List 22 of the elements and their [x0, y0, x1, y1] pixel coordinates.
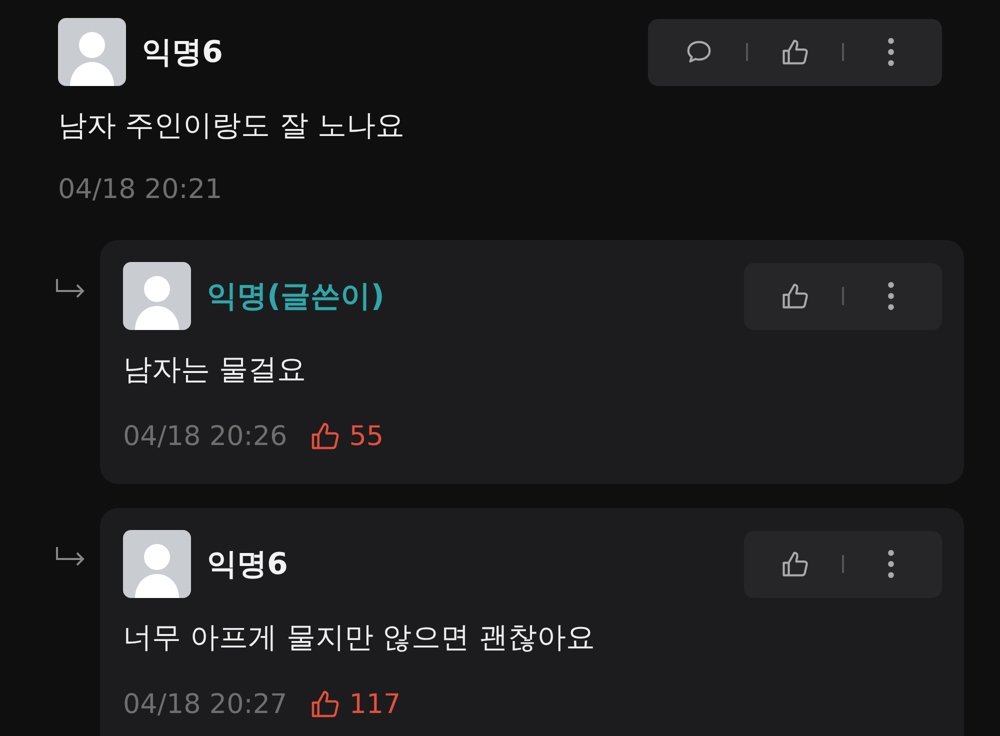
- like-count: 117: [349, 688, 401, 720]
- timestamp: 04/18 20:27: [123, 688, 288, 720]
- avatar-icon: [58, 18, 126, 86]
- author-name: 익명6: [142, 34, 224, 72]
- comment-text: 너무 아프게 물지만 않으면 괜찮아요: [123, 619, 596, 656]
- author-name: 익명6: [207, 546, 289, 584]
- timestamp: 04/18 20:26: [123, 420, 288, 452]
- thumbs-up-icon: [309, 688, 342, 720]
- comment-text: 남자는 물걸요: [123, 351, 308, 388]
- author-name: 익명(글쓴이): [207, 278, 386, 316]
- avatar-icon: [123, 530, 191, 598]
- like-count: 55: [349, 420, 384, 452]
- more-icon: [888, 38, 894, 66]
- thumbs-up-icon: [780, 549, 810, 579]
- more-icon: [888, 282, 894, 310]
- avatar-icon: [123, 262, 191, 330]
- comment-text: 남자 주인이랑도 잘 노나요: [58, 107, 406, 144]
- thumbs-up-icon: [780, 281, 810, 311]
- more-icon: [888, 550, 894, 578]
- thumbs-up-icon: [309, 420, 342, 452]
- timestamp: 04/18 20:21: [58, 174, 222, 204]
- thumbs-up-icon: [780, 37, 810, 67]
